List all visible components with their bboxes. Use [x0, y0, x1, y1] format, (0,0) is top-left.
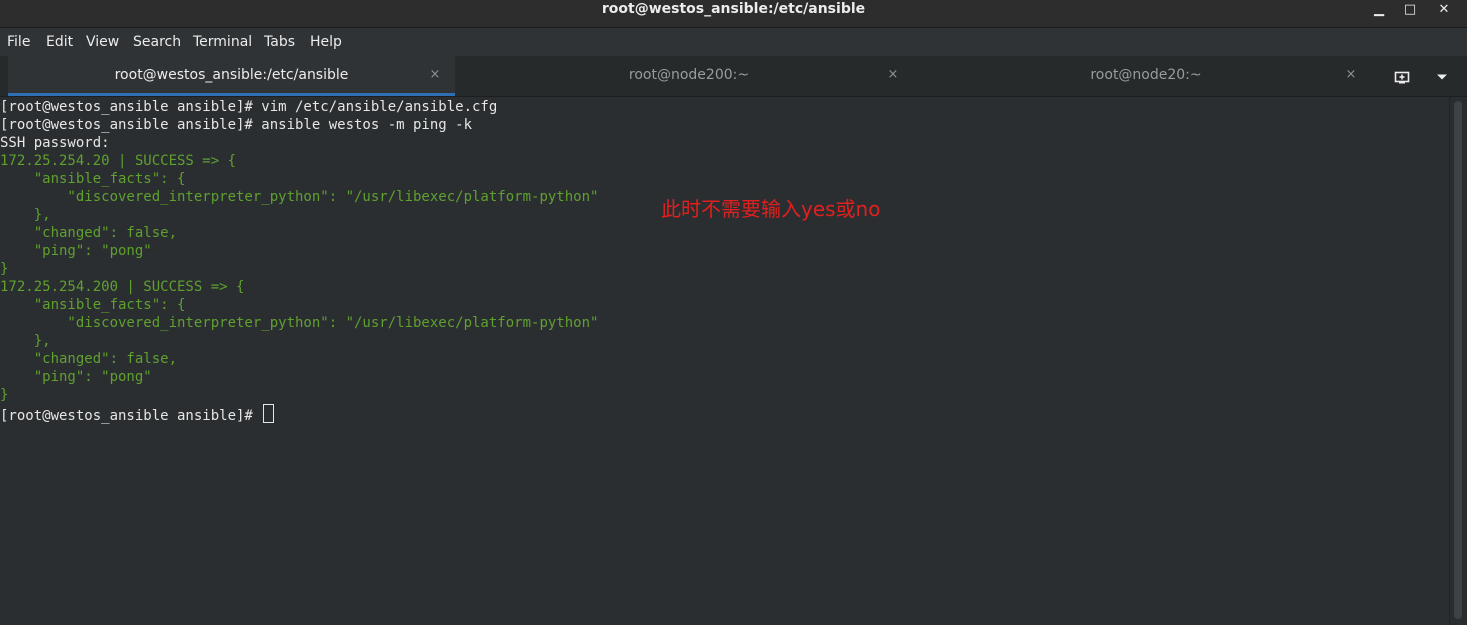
terminal-line: 172.25.254.200 | SUCCESS => {	[0, 279, 245, 295]
tab-close-icon[interactable]: ×	[885, 56, 901, 94]
tab-westos-ansible[interactable]: root@westos_ansible:/etc/ansible ×	[8, 56, 455, 96]
terminal-line: [root@westos_ansible ansible]# vim /etc/…	[0, 99, 498, 115]
terminal-line: "ping": "pong"	[0, 369, 152, 385]
terminal-line: }	[0, 261, 9, 277]
tab-bar: root@westos_ansible:/etc/ansible × root@…	[0, 56, 1467, 97]
title-bar[interactable]: root@westos_ansible:/etc/ansible ▁ □ ✕	[0, 0, 1467, 28]
tab-close-icon[interactable]: ×	[1343, 56, 1359, 94]
terminal-line: "discovered_interpreter_python": "/usr/l…	[0, 315, 599, 331]
tab-node20[interactable]: root@node20:~ ×	[924, 56, 1368, 96]
tab-label: root@westos_ansible:/etc/ansible	[114, 67, 349, 83]
tab-node200[interactable]: root@node200:~ ×	[463, 56, 915, 96]
terminal-line: 172.25.254.20 | SUCCESS => {	[0, 153, 237, 169]
menu-edit[interactable]: Edit	[46, 28, 73, 56]
window-title: root@westos_ansible:/etc/ansible	[601, 1, 866, 17]
chevron-down-icon[interactable]	[1432, 56, 1452, 96]
terminal-output[interactable]: [root@westos_ansible ansible]# vim /etc/…	[0, 97, 1449, 625]
tab-label: root@node200:~	[628, 67, 750, 83]
terminal-line: [root@westos_ansible ansible]# ansible w…	[0, 117, 473, 133]
minimize-icon[interactable]: ▁	[1369, 0, 1389, 20]
terminal-scrollbar[interactable]	[1449, 97, 1467, 625]
menu-bar: File Edit View Search Terminal Tabs Help	[0, 28, 1467, 56]
terminal-line: "ansible_facts": {	[0, 297, 186, 313]
terminal-line: },	[0, 333, 51, 349]
menu-file[interactable]: File	[7, 28, 30, 56]
terminal-line: "ping": "pong"	[0, 243, 152, 259]
terminal-line: [root@westos_ansible ansible]#	[0, 404, 275, 424]
menu-search[interactable]: Search	[133, 28, 181, 56]
terminal-line: }	[0, 387, 9, 403]
terminal-line: "ansible_facts": {	[0, 171, 186, 187]
menu-tabs[interactable]: Tabs	[264, 28, 295, 56]
new-tab-icon[interactable]	[1392, 56, 1412, 96]
tab-label: root@node20:~	[1090, 67, 1202, 83]
close-icon[interactable]: ✕	[1434, 0, 1454, 20]
scrollbar-thumb[interactable]	[1454, 101, 1462, 619]
new-tab-icon-glyph	[1394, 71, 1410, 83]
terminal-window: root@westos_ansible:/etc/ansible ▁ □ ✕ F…	[0, 0, 1467, 625]
terminal-line: SSH password:	[0, 135, 119, 151]
menu-view[interactable]: View	[86, 28, 119, 56]
terminal-cursor	[263, 404, 275, 423]
terminal-line: },	[0, 207, 51, 223]
chevron-down-glyph	[1437, 74, 1447, 79]
tab-close-icon[interactable]: ×	[427, 56, 443, 94]
terminal-line: "changed": false,	[0, 225, 178, 241]
annotation-text: 此时不需要输入yes或no	[661, 197, 881, 221]
terminal-line: "changed": false,	[0, 351, 178, 367]
terminal-line: "discovered_interpreter_python": "/usr/l…	[0, 189, 599, 205]
menu-terminal[interactable]: Terminal	[193, 28, 252, 56]
maximize-icon[interactable]: □	[1400, 0, 1420, 20]
menu-help[interactable]: Help	[310, 28, 342, 56]
